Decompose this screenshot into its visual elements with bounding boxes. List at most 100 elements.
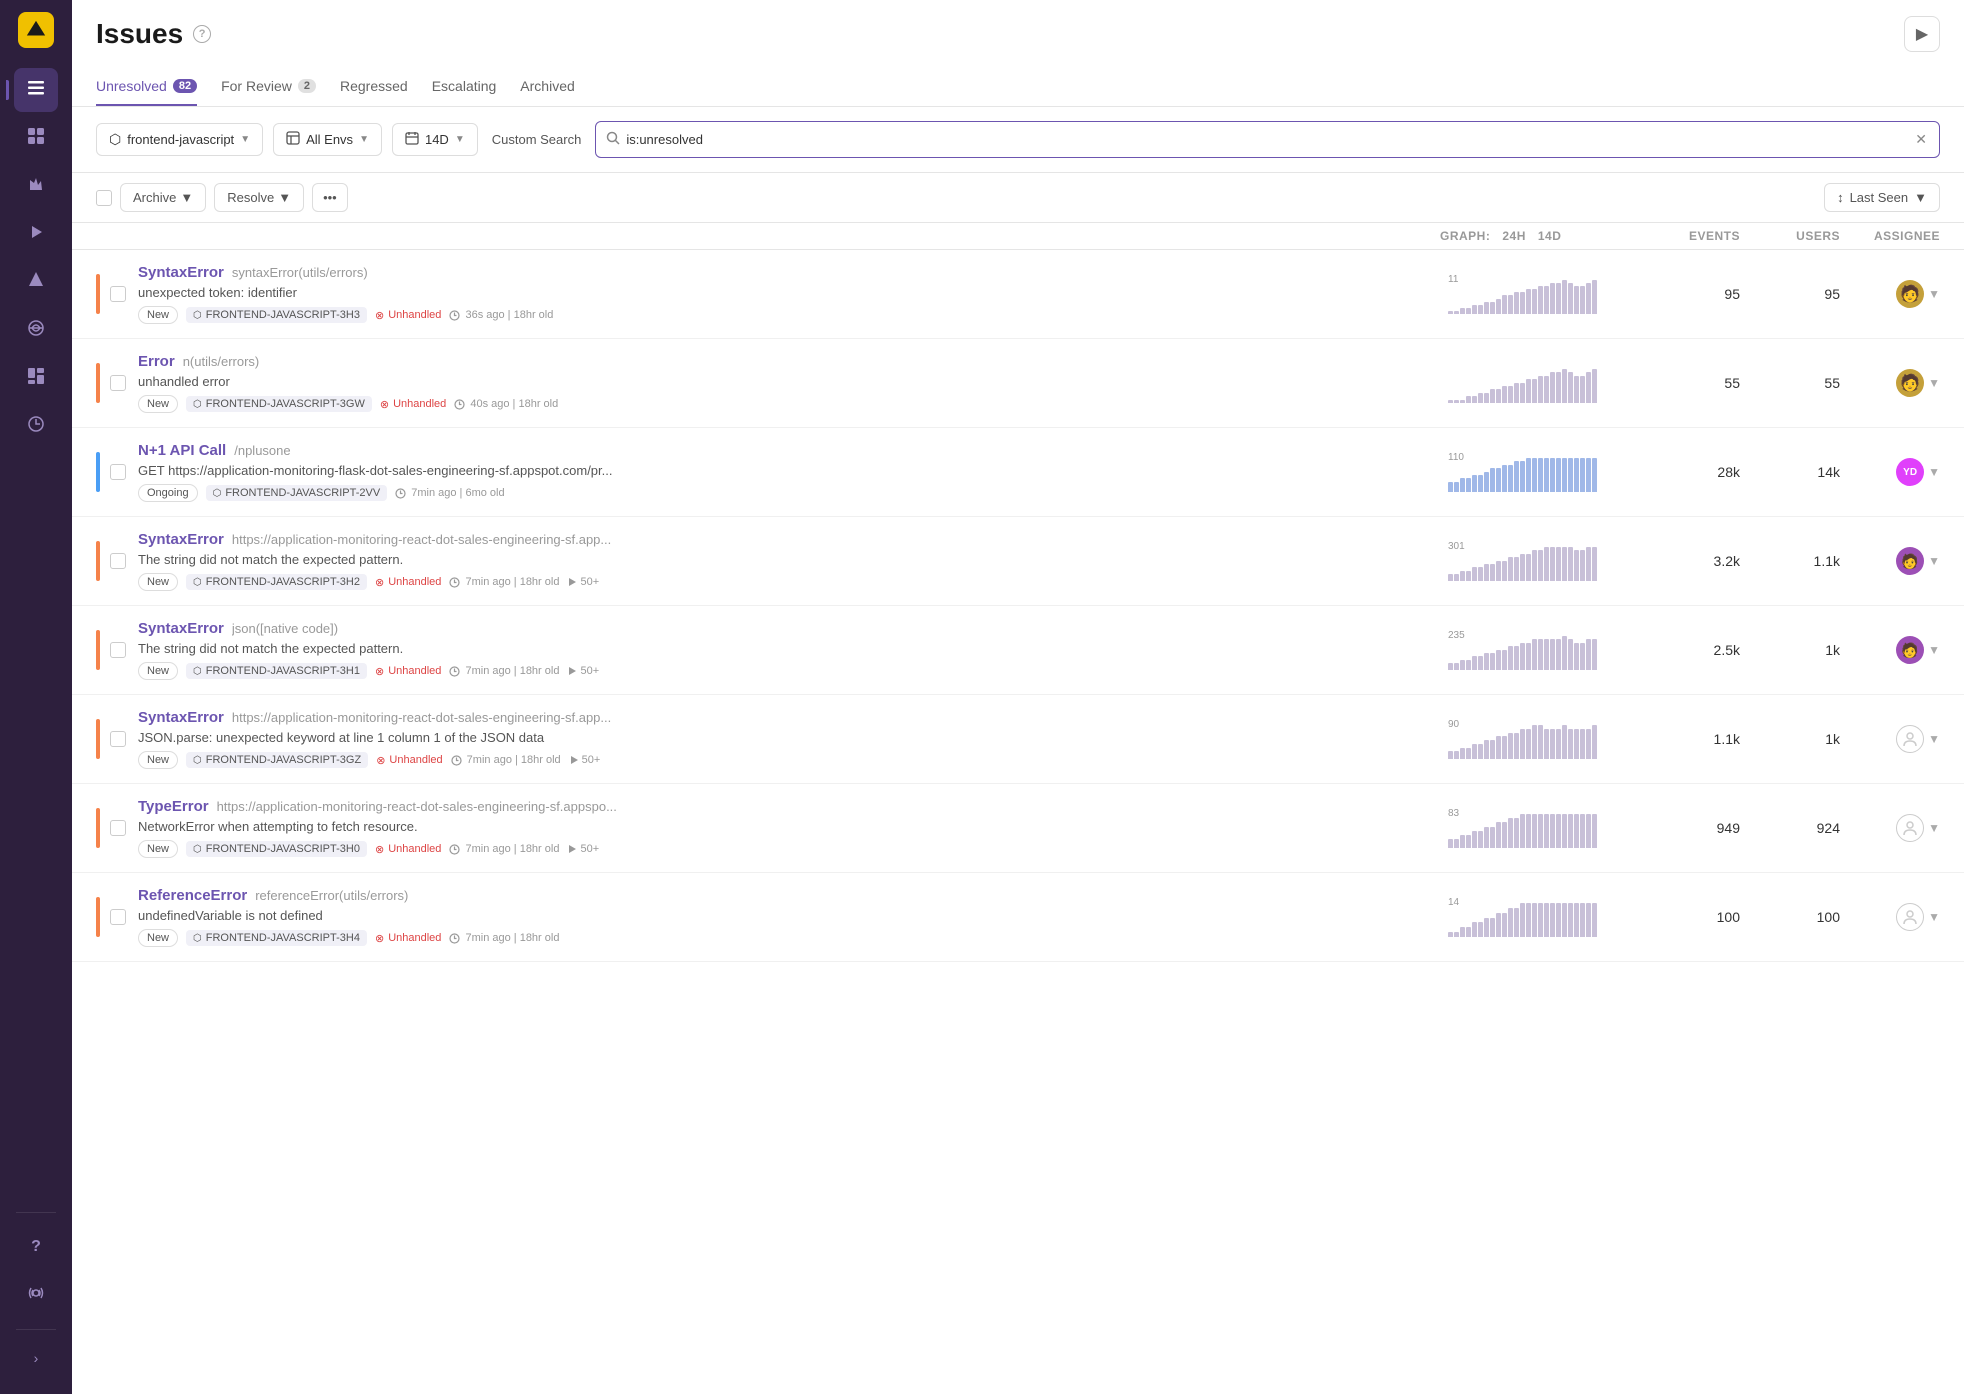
issue-row[interactable]: SyntaxError https://application-monitori… [72,695,1964,784]
graph-bar [1562,636,1567,670]
header-help-icon[interactable]: ? [193,25,211,43]
assignee-chevron-icon[interactable]: ▼ [1928,287,1940,301]
graph-bar [1526,554,1531,581]
issue-title-row: N+1 API Call /nplusone [138,442,1440,459]
issue-assignee: ▼ [1840,725,1940,753]
issue-checkbox[interactable] [110,909,126,925]
tab-archived[interactable]: Archived [520,68,574,106]
sidebar-item-crons[interactable] [14,404,58,448]
tab-regressed-label: Regressed [340,78,408,94]
graph-bar [1460,835,1465,848]
issue-time: 36s ago | 18hr old [449,309,553,321]
project-filter[interactable]: ⬡ frontend-javascript ▼ [96,123,263,156]
archive-button[interactable]: Archive ▼ [120,183,206,212]
sidebar-item-dashboards[interactable] [14,356,58,400]
sidebar-item-issues[interactable] [14,68,58,112]
graph-bar [1544,814,1549,848]
sidebar-item-discover[interactable] [14,308,58,352]
issue-row[interactable]: TypeError https://application-monitoring… [72,784,1964,873]
issue-checkbox[interactable] [110,820,126,836]
graph-bar [1556,372,1561,403]
issue-row[interactable]: ReferenceError referenceError(utils/erro… [72,873,1964,962]
graph-bar [1502,386,1507,403]
col-14d-header[interactable]: 14d [1538,229,1562,243]
issue-row[interactable]: SyntaxError https://application-monitori… [72,517,1964,606]
graph-bar [1586,372,1591,403]
assignee-chevron-icon[interactable]: ▼ [1928,821,1940,835]
project-badge: ⬡ FRONTEND-JAVASCRIPT-3H4 [186,930,367,946]
unhandled-icon: ⊗ [375,932,384,945]
graph-bar [1466,927,1471,937]
assignee-chevron-icon[interactable]: ▼ [1928,465,1940,479]
graph-bar [1532,379,1537,403]
issue-row[interactable]: Error n(utils/errors) unhandled error Ne… [72,339,1964,428]
assignee-chevron-icon[interactable]: ▼ [1928,554,1940,568]
graph-max-label: 110 [1448,452,1464,463]
issue-description: undefinedVariable is not defined [138,908,838,923]
issue-time: 7min ago | 6mo old [395,487,504,499]
issue-row[interactable]: SyntaxError syntaxError(utils/errors) un… [72,250,1964,339]
graph-bar [1502,650,1507,670]
sidebar-item-releases[interactable] [14,116,58,160]
issue-title-row: SyntaxError syntaxError(utils/errors) [138,264,1440,281]
issue-checkbox[interactable] [110,464,126,480]
search-clear-icon[interactable]: ✕ [1913,129,1929,150]
assignee-chevron-icon[interactable]: ▼ [1928,376,1940,390]
issue-row[interactable]: SyntaxError json([native code]) The stri… [72,606,1964,695]
issue-checkbox[interactable] [110,731,126,747]
tab-for-review-label: For Review [221,78,292,94]
issue-users: 924 [1740,820,1840,836]
project-code: FRONTEND-JAVASCRIPT-3H4 [206,932,360,944]
graph-bar [1592,725,1597,759]
sidebar-logo[interactable] [18,12,54,48]
tab-regressed[interactable]: Regressed [340,68,408,106]
sidebar-item-help[interactable]: ? [14,1225,58,1269]
tab-escalating[interactable]: Escalating [432,68,497,106]
graph-bar [1544,376,1549,403]
graph-bar [1508,646,1513,670]
col-assignee-header: ASSIGNEE [1840,229,1940,243]
play-button[interactable]: ▶ [1904,16,1940,52]
time-filter[interactable]: 14D ▼ [392,123,478,156]
graph-bar [1526,289,1531,314]
graph-bar [1454,482,1459,492]
issue-title-row: SyntaxError https://application-monitori… [138,531,1440,548]
graph-bar [1448,839,1453,848]
sidebar-collapse-btn[interactable]: › [14,1342,58,1374]
assignee-chevron-icon[interactable]: ▼ [1928,732,1940,746]
issue-location: syntaxError(utils/errors) [232,265,368,280]
issue-checkbox[interactable] [110,375,126,391]
sidebar-item-performance[interactable] [14,164,58,208]
graph-bar [1478,393,1483,403]
tab-for-review[interactable]: For Review 2 [221,68,316,106]
tab-unresolved[interactable]: Unresolved 82 [96,68,197,106]
col-24h-header[interactable]: 24h [1502,229,1526,243]
search-icon [606,131,620,148]
issue-row[interactable]: N+1 API Call /nplusone GET https://appli… [72,428,1964,517]
graph-bar [1562,547,1567,581]
graph-bar [1586,639,1591,670]
sidebar-item-alerts[interactable] [14,260,58,304]
select-all-checkbox[interactable] [96,190,112,206]
sort-button[interactable]: ↕ Last Seen ▼ [1824,183,1940,212]
graph-max-label: 14 [1448,897,1459,908]
issue-checkbox[interactable] [110,553,126,569]
issue-meta: New ⬡ FRONTEND-JAVASCRIPT-3H1 ⊗ Unhandle… [138,662,1440,680]
graph-bar [1574,286,1579,314]
issue-checkbox[interactable] [110,286,126,302]
custom-search-label: Custom Search [488,132,586,147]
issue-checkbox[interactable] [110,642,126,658]
resolve-button[interactable]: Resolve ▼ [214,183,304,212]
sidebar-item-broadcasts[interactable] [14,1273,58,1317]
archive-chevron-icon: ▼ [180,190,193,205]
sidebar-item-replays[interactable] [14,212,58,256]
search-input[interactable] [626,132,1907,147]
graph-bar [1520,383,1525,403]
graph-bar [1586,547,1591,581]
issue-meta: New ⬡ FRONTEND-JAVASCRIPT-3H2 ⊗ Unhandle… [138,573,1440,591]
env-filter[interactable]: All Envs ▼ [273,123,382,156]
more-actions-button[interactable]: ••• [312,183,348,212]
assignee-chevron-icon[interactable]: ▼ [1928,643,1940,657]
assignee-chevron-icon[interactable]: ▼ [1928,910,1940,924]
issue-priority-indicator [96,897,100,937]
